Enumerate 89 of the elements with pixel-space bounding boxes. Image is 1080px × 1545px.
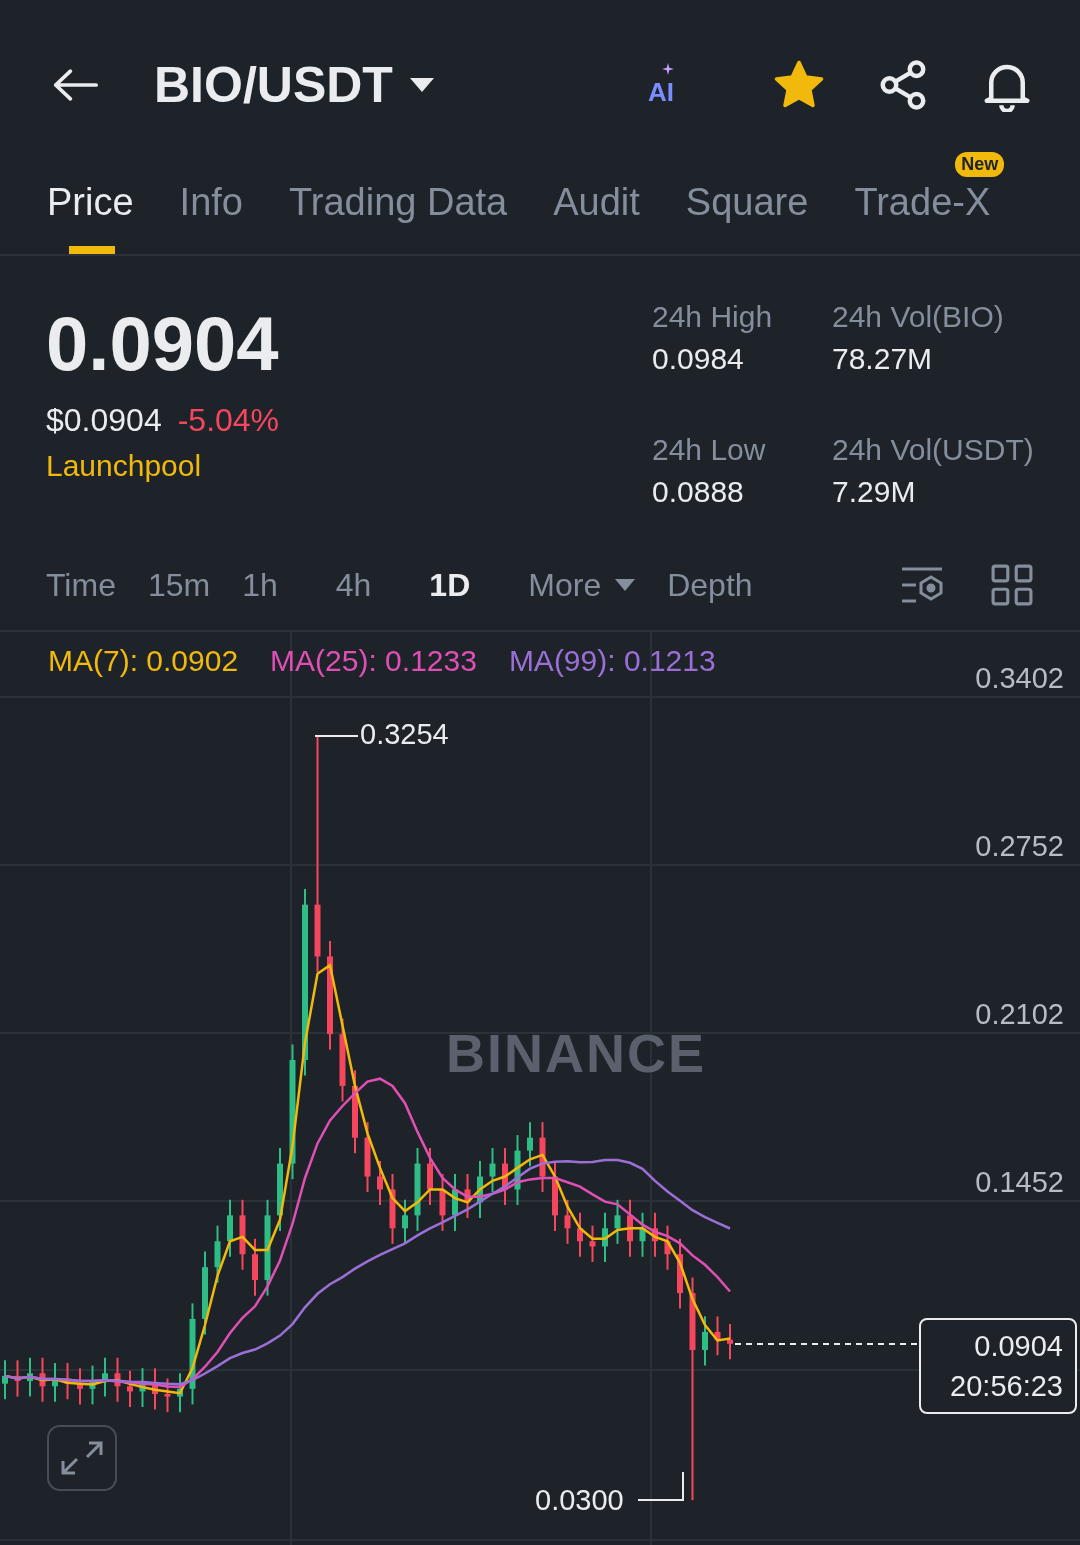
stat-label: 24h Low: [652, 433, 767, 467]
axis-label: 0.2752: [975, 830, 1064, 863]
ai-button[interactable]: AI: [648, 62, 674, 108]
tab[interactable]: Audit: [553, 182, 640, 222]
candle: [227, 1198, 233, 1258]
expand-icon[interactable]: [47, 1425, 117, 1491]
leader-line: [637, 1471, 684, 1501]
candle: [627, 1198, 633, 1258]
candle: [52, 1361, 58, 1403]
interval-tab[interactable]: 4h: [335, 566, 372, 604]
candle: [139, 1367, 146, 1408]
tab[interactable]: Trade-X: [854, 182, 991, 222]
candle: [577, 1211, 583, 1258]
countdown: 20:56:23: [950, 1369, 1063, 1404]
interval-tab[interactable]: 1h: [242, 566, 278, 604]
candle: [114, 1356, 121, 1403]
candle: [602, 1211, 608, 1263]
candle: [702, 1315, 708, 1367]
axis-label: 0.1452: [975, 1166, 1064, 1199]
candle: [214, 1224, 221, 1284]
candle: [614, 1198, 621, 1245]
candle: [639, 1211, 646, 1258]
price-change: -5.04%: [177, 402, 280, 439]
candle: [452, 1172, 458, 1232]
tag-price: 0.0904: [974, 1329, 1063, 1364]
candle: [89, 1364, 96, 1406]
interval-tab[interactable]: 15m: [147, 566, 211, 604]
candle: [39, 1356, 46, 1403]
candle: [489, 1147, 496, 1194]
leader-line: [314, 735, 359, 737]
stat-value: 0.0984: [652, 342, 745, 376]
candle: [27, 1356, 33, 1398]
tab[interactable]: Info: [179, 182, 243, 222]
candle: [439, 1172, 446, 1232]
ma-legend: MA(99): 0.1213: [508, 644, 716, 678]
sparkle-icon: [662, 62, 674, 75]
back-arrow-icon[interactable]: [52, 68, 98, 102]
pair-title[interactable]: BIO/USDT: [154, 56, 393, 114]
interval-tab[interactable]: 1D: [429, 566, 471, 604]
launchpool-tag[interactable]: Launchpool: [46, 449, 202, 483]
candle: [514, 1134, 521, 1206]
candle: [14, 1359, 21, 1398]
candle: [714, 1315, 721, 1357]
stat-value: 0.0888: [652, 475, 745, 509]
candle: [64, 1361, 71, 1401]
candle: [502, 1147, 508, 1206]
candle: [589, 1224, 596, 1263]
interval-tab[interactable]: Time: [46, 566, 116, 604]
low-label: 0.0300: [535, 1484, 624, 1517]
candle: [2, 1359, 8, 1401]
stat-label: 24h Vol(BIO): [832, 300, 1005, 334]
axis-label: 0.3402: [975, 662, 1064, 695]
chart-watermark: BINANCE: [446, 1022, 706, 1084]
ma-legend: MA(25): 0.1233: [270, 644, 477, 678]
usd-price: $0.0904: [46, 402, 162, 439]
candle: [77, 1367, 83, 1406]
candle: [727, 1323, 733, 1361]
candle: [652, 1211, 658, 1258]
candle: [427, 1147, 433, 1206]
grid-layout-icon[interactable]: [990, 564, 1034, 606]
tab[interactable]: Square: [685, 182, 809, 222]
stat-value: 7.29M: [832, 475, 917, 509]
interval-tab[interactable]: Depth: [667, 566, 753, 604]
tab[interactable]: Price: [47, 182, 134, 222]
ma-legend: MA(7): 0.0902: [48, 644, 239, 678]
candle: [402, 1198, 408, 1245]
candle: [477, 1160, 483, 1219]
candle: [127, 1369, 133, 1408]
candle: [102, 1356, 108, 1398]
stat-value: 78.27M: [832, 342, 934, 376]
candle: [552, 1160, 558, 1232]
last-price: 0.0904: [46, 300, 280, 388]
candle: [564, 1198, 571, 1245]
candle: [164, 1377, 171, 1414]
tab[interactable]: Trading Data: [288, 182, 508, 222]
selected-indicator: [69, 246, 115, 254]
candle: [527, 1121, 533, 1168]
candle: [252, 1237, 258, 1297]
high-label: 0.3254: [360, 718, 449, 751]
candle: [377, 1160, 383, 1206]
new-badge: New: [955, 152, 1005, 177]
candle: [664, 1224, 671, 1271]
interval-tab[interactable]: More: [528, 566, 636, 604]
candle: [177, 1372, 183, 1414]
axis-label: 0.2102: [975, 998, 1064, 1031]
stat-label: 24h Vol(USDT): [832, 433, 1035, 467]
candle: [464, 1172, 471, 1219]
stat-label: 24h High: [652, 300, 774, 334]
caret-icon[interactable]: [408, 77, 435, 93]
